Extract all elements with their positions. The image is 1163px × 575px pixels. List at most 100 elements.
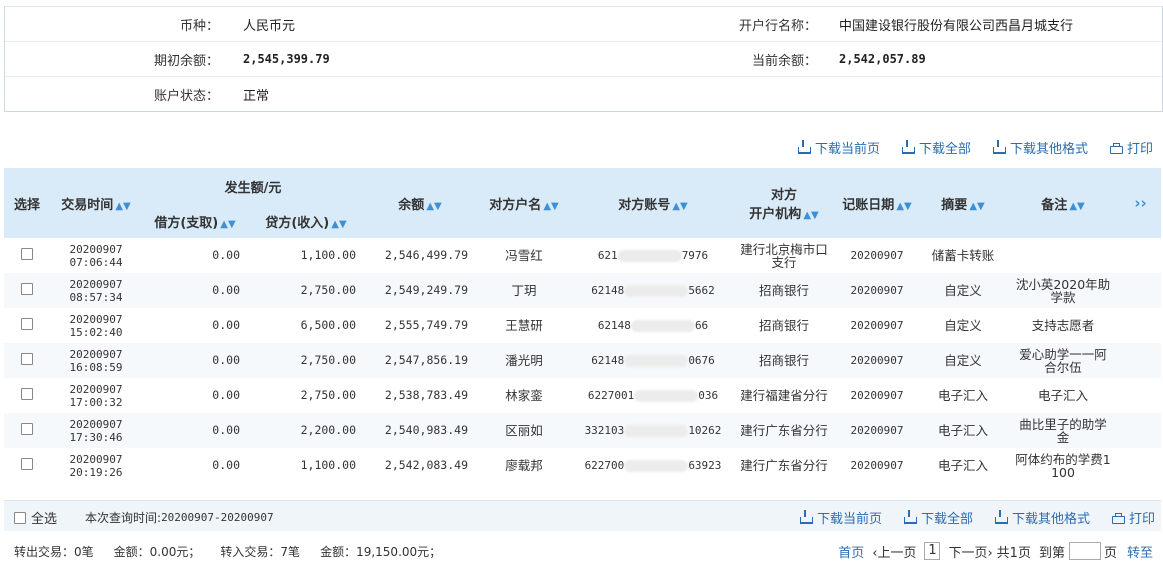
goto-page-input[interactable] (1068, 542, 1101, 560)
prev-page-link[interactable]: ‹上一页 (872, 542, 916, 561)
query-time-label: 本次查询时间: (85, 511, 162, 525)
row-time-value: 15:02:40 (69, 325, 123, 339)
acct-prefix: 62148 (591, 354, 625, 367)
row-cp-bank: 建行广东省分行 (734, 413, 834, 448)
row-time-value: 07:06:44 (69, 255, 123, 269)
row-balance: 2,538,783.49 (384, 388, 468, 402)
row-select-cell (4, 413, 50, 448)
table-row[interactable]: 20200907 20:19:26 0.00 1,100.00 2,542,083.49… (4, 448, 1161, 483)
row-time: 20200907 17:00:32 (50, 378, 142, 413)
header-cp-bank[interactable]: 对方 开户机构 ▲▼ (734, 168, 834, 238)
header-balance[interactable]: 余额 ▲▼ (364, 168, 476, 238)
row-checkbox[interactable] (21, 458, 33, 470)
row-post-date: 20200907 (834, 343, 920, 378)
row-debit: 0.00 (142, 343, 248, 378)
acct-suffix: 0676 (688, 354, 715, 367)
row-remark: 曲比里子的助学金 (1006, 413, 1120, 448)
print-button[interactable]: 打印 (1109, 138, 1153, 157)
header-cp-name[interactable]: 对方户名 ▲▼ (476, 168, 572, 238)
row-checkbox[interactable] (21, 423, 33, 435)
acct-prefix: 332103 (584, 424, 625, 437)
sort-icon[interactable]: ▲▼ (896, 201, 911, 212)
row-balance: 2,555,749.79 (384, 318, 468, 332)
row-remark: 电子汇入 (1037, 388, 1088, 403)
header-remark[interactable]: 备注 ▲▼ (1006, 168, 1120, 238)
table-row[interactable]: 20200907 17:30:46 0.00 2,200.00 2,540,983.49… (4, 413, 1161, 448)
first-page-link[interactable]: 首页 (838, 542, 864, 561)
sort-icon[interactable]: ▲▼ (115, 201, 130, 212)
sort-icon[interactable]: ▲▼ (803, 210, 818, 221)
table-row[interactable]: 20200907 16:08:59 0.00 2,750.00 2,547,856.19… (4, 343, 1161, 378)
download-other-button[interactable]: 下载其他格式 (994, 508, 1090, 527)
masked-region (624, 355, 689, 367)
next-page-link[interactable]: 下一页› (948, 542, 992, 561)
row-time: 20200907 17:30:46 (50, 413, 142, 448)
row-cp-name: 廖载邦 (505, 458, 543, 473)
acct-prefix: 622700 (584, 459, 625, 472)
table-row[interactable]: 20200907 15:02:40 0.00 6,500.00 2,555,749.79… (4, 308, 1161, 343)
row-checkbox[interactable] (21, 353, 33, 365)
table-row[interactable]: 20200907 17:00:32 0.00 2,750.00 2,538,783.49… (4, 378, 1161, 413)
download-page-label: 下载当前页 (816, 512, 882, 527)
download-page-button[interactable]: 下载当前页 (797, 138, 880, 157)
row-cp-name: 区丽如 (476, 413, 572, 448)
goto-button[interactable]: 转至 (1127, 542, 1153, 561)
sort-icon[interactable]: ▲▼ (220, 219, 235, 230)
row-summary: 自定义 (920, 273, 1006, 308)
print-icon (1111, 512, 1125, 524)
sort-icon[interactable]: ▲▼ (672, 201, 687, 212)
summary-bar: 转出交易： 0笔 金额： 0.00元； 转入交易： 7笔 金额： 19,150.… (4, 532, 1161, 570)
more-columns-button[interactable]: ›› (1120, 168, 1161, 238)
row-cp-account: 62148 5662 (572, 273, 734, 308)
row-post-date: 20200907 (850, 249, 904, 262)
row-post-date: 20200907 (834, 413, 920, 448)
row-cp-bank: 招商银行 (758, 318, 809, 333)
row-credit: 1,100.00 (300, 248, 356, 262)
row-extra (1120, 343, 1161, 378)
row-checkbox[interactable] (21, 388, 33, 400)
download-page-button[interactable]: 下载当前页 (799, 508, 882, 527)
row-time-value: 17:30:46 (69, 430, 123, 444)
header-cp-account[interactable]: 对方账号 ▲▼ (572, 168, 734, 238)
header-cp-bank-line1: 对方 (770, 188, 797, 203)
row-checkbox[interactable] (21, 248, 33, 260)
header-post-date-label: 记账日期 (842, 197, 895, 213)
chevron-right-icon: ›› (1134, 194, 1147, 212)
header-credit[interactable]: 贷方(收入) ▲▼ (248, 204, 364, 238)
download-icon (797, 140, 811, 154)
header-balance-label: 余额 (398, 197, 425, 213)
sort-icon[interactable]: ▲▼ (331, 219, 346, 230)
table-row[interactable]: 20200907 08:57:34 0.00 2,750.00 2,549,249.79… (4, 273, 1161, 308)
row-remark: 支持志愿者 (1031, 318, 1095, 333)
sort-icon[interactable]: ▲▼ (969, 201, 984, 212)
row-select-cell (4, 238, 50, 273)
select-all-checkbox[interactable] (14, 511, 26, 524)
bottom-actions: 下载当前页 下载全部 下载其他格式 打印 (778, 508, 1155, 527)
total-pages: 共1页 (996, 545, 1031, 561)
select-all-label: 全选 (31, 512, 58, 527)
download-all-button[interactable]: 下载全部 (901, 138, 971, 157)
sort-icon[interactable]: ▲▼ (543, 201, 558, 212)
current-page[interactable]: 1 (924, 542, 941, 560)
header-debit[interactable]: 借方(支取) ▲▼ (142, 204, 248, 238)
row-debit: 0.00 (142, 273, 248, 308)
info-row-currency: 币种： 人民币元 开户行名称： 中国建设银行股份有限公司西昌月城支行 (5, 7, 1162, 42)
row-summary: 自定义 (920, 343, 1006, 378)
print-button[interactable]: 打印 (1111, 508, 1155, 527)
download-other-button[interactable]: 下载其他格式 (992, 138, 1088, 157)
row-balance: 2,546,499.79 (384, 248, 468, 262)
header-time[interactable]: 交易时间 ▲▼ (50, 168, 142, 238)
header-summary[interactable]: 摘要 ▲▼ (920, 168, 1006, 238)
row-cp-account: 622700 63923 (572, 448, 734, 483)
row-checkbox[interactable] (21, 318, 33, 330)
download-all-button[interactable]: 下载全部 (903, 508, 973, 527)
table-row[interactable]: 20200907 07:06:44 0.00 1,100.00 2,546,499.79… (4, 238, 1161, 273)
sort-icon[interactable]: ▲▼ (426, 201, 441, 212)
row-date-value: 20200907 (69, 452, 123, 466)
row-checkbox[interactable] (21, 283, 33, 295)
row-time: 20200907 15:02:40 (50, 308, 142, 343)
in-amount-label: 金额： (320, 544, 357, 559)
header-post-date[interactable]: 记账日期 ▲▼ (834, 168, 920, 238)
row-post-date: 20200907 (834, 273, 920, 308)
sort-icon[interactable]: ▲▼ (1069, 201, 1084, 212)
